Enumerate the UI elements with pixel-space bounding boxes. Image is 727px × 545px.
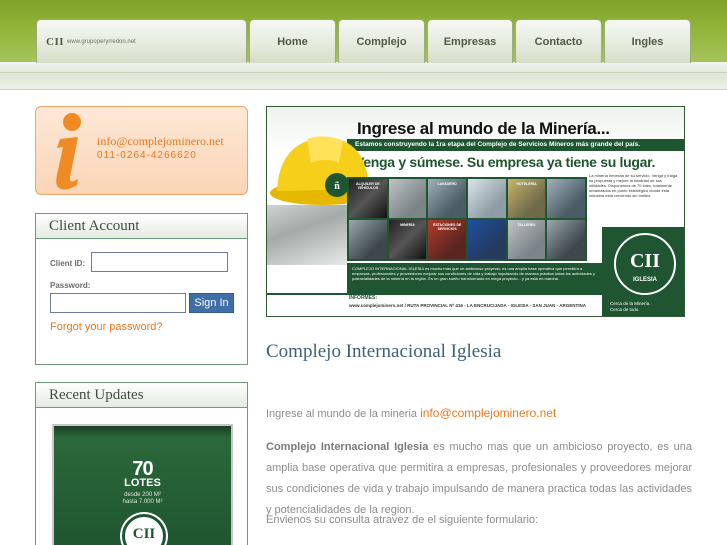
gallery-tile: ALQUILER DE VEHÍCULOS bbox=[349, 179, 387, 218]
gallery-tile: MINERÍA bbox=[388, 220, 427, 259]
logo-mark: CII bbox=[46, 35, 65, 48]
sign-in-button[interactable]: Sign In bbox=[189, 293, 234, 313]
intro-email-link[interactable]: info@complejominero.net bbox=[420, 406, 556, 420]
password-label: Password: bbox=[50, 281, 91, 290]
nav-empresas[interactable]: Empresas bbox=[427, 19, 513, 63]
nav-ingles[interactable]: Ingles bbox=[604, 19, 691, 63]
intro-text: Ingrese al mundo de la mineria bbox=[266, 408, 418, 420]
contact-box: info@complejominero.net 011-0264-4266620 bbox=[35, 106, 248, 195]
nav-home-label: Home bbox=[277, 35, 308, 48]
banner-strip: Estamos construyendo la 1ra etapa del Co… bbox=[347, 139, 684, 151]
password-field[interactable] bbox=[50, 293, 186, 313]
forgot-password-link[interactable]: Forgot your password? bbox=[50, 321, 163, 333]
cii-logo-text: CII bbox=[132, 526, 156, 542]
lotes-promo-card[interactable]: 70 LOTES desde 200 M² hasta 7.000 M² CII bbox=[52, 424, 233, 545]
client-id-label: Client ID: bbox=[50, 259, 86, 268]
gallery-tile bbox=[468, 179, 506, 218]
nav-empresas-label: Empresas bbox=[443, 35, 497, 48]
nav-ingles-label: Ingles bbox=[631, 35, 664, 48]
contact-email[interactable]: info@complejominero.net bbox=[97, 134, 224, 149]
page-title: Complejo Internacional Iglesia bbox=[266, 341, 502, 362]
banner-informes-text: www.complejominero.net / RUTA PROVINCIAL… bbox=[349, 303, 586, 308]
gallery-tile bbox=[547, 179, 585, 218]
intro-line: Ingrese al mundo de la mineria info@comp… bbox=[266, 406, 556, 420]
description-bold: Complejo Internacional Iglesia bbox=[266, 441, 429, 453]
recent-updates-title: Recent Updates bbox=[36, 383, 247, 408]
cii-logo: CII bbox=[122, 514, 166, 545]
lotes-size-max: hasta 7.000 M² bbox=[122, 499, 163, 505]
description-paragraph: Complejo Internacional Iglesia es mucho … bbox=[266, 437, 692, 521]
lotes-size-min: desde 200 M² bbox=[124, 492, 161, 498]
nav-strip bbox=[0, 62, 727, 90]
seal-name: IGLESIA bbox=[632, 277, 657, 283]
banner-description: COMPLEJO INTERNACIONAL IGLESIA es mucho … bbox=[347, 263, 602, 293]
lotes-word: LOTES bbox=[124, 477, 161, 489]
seal-ci: CII bbox=[629, 250, 660, 272]
client-id-field[interactable] bbox=[91, 252, 228, 272]
nav-contacto-label: Contacto bbox=[534, 35, 583, 48]
nav-complejo-label: Complejo bbox=[356, 35, 407, 48]
gallery-tile bbox=[388, 179, 427, 218]
gallery-tile bbox=[547, 220, 585, 259]
gallery-tile bbox=[468, 220, 506, 259]
nav-complejo[interactable]: Complejo bbox=[338, 19, 425, 63]
logo-tab[interactable]: CII www.grupoperyrredon.net bbox=[36, 19, 247, 63]
yard-photo bbox=[267, 205, 349, 265]
client-account-title: Client Account bbox=[36, 214, 247, 239]
gallery-tile: TALLERES bbox=[507, 220, 546, 259]
gallery-tile bbox=[349, 220, 387, 259]
recent-updates-panel: Recent Updates 70 LOTES desde 200 M² has… bbox=[35, 382, 248, 545]
cii-seal-icon: CII IGLESIA bbox=[614, 233, 676, 295]
nav-home[interactable]: Home bbox=[249, 19, 336, 63]
form-prompt: Envienos su consulta atravez de el sigui… bbox=[266, 514, 539, 526]
banner-side-text: La minería necesita de su servicio. Veng… bbox=[589, 173, 678, 198]
service-gallery: ALQUILER DE VEHÍCULOS LAVADERO HOTELERÍA… bbox=[347, 177, 587, 261]
contact-phone: 011-0264-4266620 bbox=[97, 150, 197, 161]
promo-banner[interactable]: Ingrese al mundo de la Minería... Estamo… bbox=[266, 106, 685, 317]
gallery-tile: HOTELERÍA bbox=[507, 179, 546, 218]
svg-text:ñ: ñ bbox=[334, 181, 340, 192]
seal-area: CII IGLESIA Cerca de la Minería. Cerca d… bbox=[602, 227, 684, 316]
banner-slogan: Venga y súmese. Su empresa ya tiene su l… bbox=[355, 154, 656, 170]
banner-title: Ingrese al mundo de la Minería... bbox=[357, 119, 610, 138]
logo-url: www.grupoperyrredon.net bbox=[67, 38, 136, 45]
seal-tagline-1: Cerca de la Minería. bbox=[610, 301, 651, 306]
banner-informes-label: INFORMES: bbox=[349, 295, 378, 301]
gallery-tile: ESTACIONES DE SERVICIOS bbox=[428, 220, 466, 259]
gallery-tile: LAVADERO bbox=[428, 179, 466, 218]
info-icon bbox=[56, 113, 81, 190]
seal-tagline-2: Cerca de todo. bbox=[610, 307, 640, 312]
client-account-panel: Client Account Client ID: Password: Sign… bbox=[35, 213, 248, 365]
nav-contacto[interactable]: Contacto bbox=[515, 19, 602, 63]
